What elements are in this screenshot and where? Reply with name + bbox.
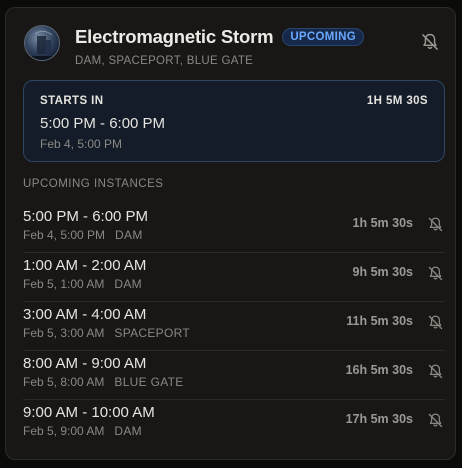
list-item: 5:00 PM - 6:00 PM Feb 4, 5:00 PM DAM 1h 5… [23, 204, 445, 253]
instance-location: SPACEPORT [114, 326, 190, 340]
instance-countdown: 1h 5m 30s [352, 216, 413, 230]
event-locations: DAM, SPACEPORT, BLUE GATE [75, 55, 254, 67]
instance-time-range: 1:00 AM - 2:00 AM [23, 257, 147, 274]
bell-off-icon [422, 33, 438, 50]
instance-notify-button[interactable] [425, 263, 445, 283]
event-avatar [24, 25, 60, 61]
instance-location: DAM [114, 424, 142, 438]
event-card: Electromagnetic Storm UPCOMING DAM, SPAC… [5, 7, 456, 460]
list-item: 3:00 AM - 4:00 AM Feb 5, 3:00 AM SPACEPOR… [23, 302, 445, 351]
list-item: 1:00 AM - 2:00 AM Feb 5, 1:00 AM DAM 9h 5… [23, 253, 445, 302]
title-row: Electromagnetic Storm UPCOMING [75, 26, 364, 48]
instance-notify-button[interactable] [425, 361, 445, 381]
bell-off-icon [428, 216, 442, 231]
event-title: Electromagnetic Storm [75, 26, 274, 47]
instance-date: Feb 5, 8:00 AM [23, 375, 105, 389]
storm-avatar-image [31, 30, 55, 60]
status-badge: UPCOMING [282, 28, 364, 46]
instance-meta: Feb 5, 9:00 AM DAM [23, 424, 142, 438]
instance-time-range: 3:00 AM - 4:00 AM [23, 306, 147, 323]
instance-date: Feb 5, 3:00 AM [23, 326, 105, 340]
upcoming-instances-list: 5:00 PM - 6:00 PM Feb 4, 5:00 PM DAM 1h 5… [23, 204, 445, 449]
instance-date: Feb 5, 1:00 AM [23, 277, 105, 291]
starts-in-label: STARTS IN [40, 95, 104, 107]
instance-countdown: 17h 5m 30s [345, 412, 413, 426]
instance-notify-button[interactable] [425, 312, 445, 332]
list-item: 8:00 AM - 9:00 AM Feb 5, 8:00 AM BLUE GAT… [23, 351, 445, 400]
starts-in-panel: STARTS IN 1H 5M 30S 5:00 PM - 6:00 PM Fe… [23, 80, 445, 162]
instance-time-range: 8:00 AM - 9:00 AM [23, 355, 147, 372]
instance-date: Feb 4, 5:00 PM [23, 228, 106, 242]
instance-countdown: 9h 5m 30s [352, 265, 413, 279]
bell-off-icon [428, 363, 442, 378]
instance-notify-button[interactable] [425, 410, 445, 430]
instance-location: DAM [115, 228, 143, 242]
instance-time-range: 5:00 PM - 6:00 PM [23, 208, 149, 225]
instance-countdown: 16h 5m 30s [345, 363, 413, 377]
instance-countdown: 11h 5m 30s [346, 314, 413, 328]
upcoming-instances-heading: UPCOMING INSTANCES [23, 178, 164, 190]
bell-off-icon [428, 412, 442, 427]
bell-off-icon [428, 265, 442, 280]
instance-location: BLUE GATE [114, 375, 184, 389]
instance-meta: Feb 5, 1:00 AM DAM [23, 277, 142, 291]
instance-meta: Feb 4, 5:00 PM DAM [23, 228, 143, 242]
starts-in-countdown: 1H 5M 30S [366, 95, 428, 107]
notify-toggle-button[interactable] [419, 31, 441, 53]
event-header: Electromagnetic Storm UPCOMING DAM, SPAC… [24, 25, 441, 69]
starts-in-time-range: 5:00 PM - 6:00 PM [40, 115, 166, 132]
instance-meta: Feb 5, 8:00 AM BLUE GATE [23, 375, 184, 389]
instance-date: Feb 5, 9:00 AM [23, 424, 105, 438]
bell-off-icon [428, 314, 442, 329]
instance-notify-button[interactable] [425, 214, 445, 234]
starts-in-date: Feb 4, 5:00 PM [40, 137, 123, 151]
instance-location: DAM [114, 277, 142, 291]
instance-meta: Feb 5, 3:00 AM SPACEPORT [23, 326, 190, 340]
list-item: 9:00 AM - 10:00 AM Feb 5, 9:00 AM DAM 17h… [23, 400, 445, 449]
instance-time-range: 9:00 AM - 10:00 AM [23, 404, 155, 421]
